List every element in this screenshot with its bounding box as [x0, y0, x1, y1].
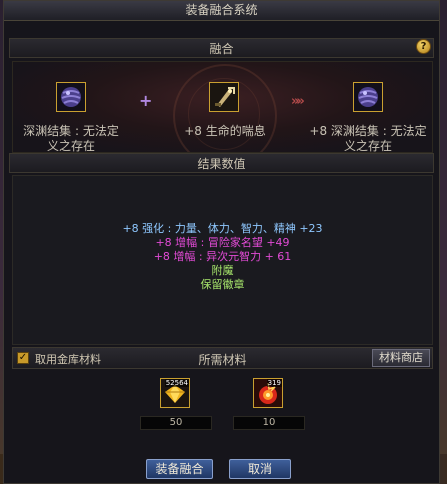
fuse-equipment-button[interactable]: 装备融合: [146, 459, 213, 479]
abyss-orb-icon: [57, 83, 85, 111]
result-line-keep-emblem: 保留徽章: [200, 278, 245, 291]
material-item-red-spark[interactable]: 319: [253, 378, 283, 408]
materials-header: ✓ 取用金库材料 所需材料 材料商店: [12, 347, 433, 369]
fusion-section-header: 融合: [9, 38, 434, 58]
result-equipment-name: +8 深渊结集 : 无法定 义之存在: [309, 124, 427, 153]
window-title[interactable]: 装备融合系统: [4, 1, 439, 21]
result-section-title: 结果数值: [197, 157, 246, 171]
weapon-icon: [210, 83, 238, 111]
material-required-qty: 10: [233, 416, 305, 430]
material-required-qty: 50: [140, 416, 212, 430]
result-stats-panel: +8 强化 : 力量、体力、智力、精神 +23 +8 增幅 : 冒险家名望 +4…: [12, 175, 433, 345]
abyss-orb-icon: [354, 83, 382, 111]
material-item-gold-crystal[interactable]: 52564: [160, 378, 190, 408]
fusion-section-title: 融合: [209, 42, 234, 56]
equipment-fusion-window: 装备融合系统 融合 ? 深渊结集 : 无法定 义之存在 + +8 生命的喘息 »…: [3, 0, 440, 484]
source-equipment-slot[interactable]: [56, 82, 86, 112]
material-owned-count: 52564: [164, 379, 189, 387]
material-owned-count: 319: [266, 379, 282, 387]
result-section-header: 结果数值: [9, 153, 434, 173]
result-line-reinforce: +8 强化 : 力量、体力、智力、精神 +23: [122, 222, 323, 235]
fusion-area: 深渊结集 : 无法定 义之存在 + +8 生命的喘息 »» +8 深渊结集: …: [12, 61, 433, 153]
help-icon[interactable]: ?: [416, 39, 431, 54]
result-line-amplify-int: +8 增幅 : 异次元智力 + 61: [153, 250, 292, 263]
material-shop-button[interactable]: 材料商店: [372, 349, 430, 367]
arrow-right-icon: »»: [291, 94, 305, 109]
result-line-enchant: 附魔: [211, 264, 234, 277]
material-equipment-slot[interactable]: [209, 82, 239, 112]
source-equipment-name: 深渊结集 : 无法定 义之存在: [23, 124, 119, 153]
result-equipment-slot[interactable]: [353, 82, 383, 112]
materials-section-title: 所需材料: [198, 353, 247, 367]
result-line-amplify-fame: +8 增幅 : 冒险家名望 +49: [155, 236, 290, 249]
cancel-button[interactable]: 取消: [229, 459, 291, 479]
plus-icon: +: [139, 91, 153, 110]
material-equipment-name: +8 生命的喘息: [184, 124, 266, 138]
